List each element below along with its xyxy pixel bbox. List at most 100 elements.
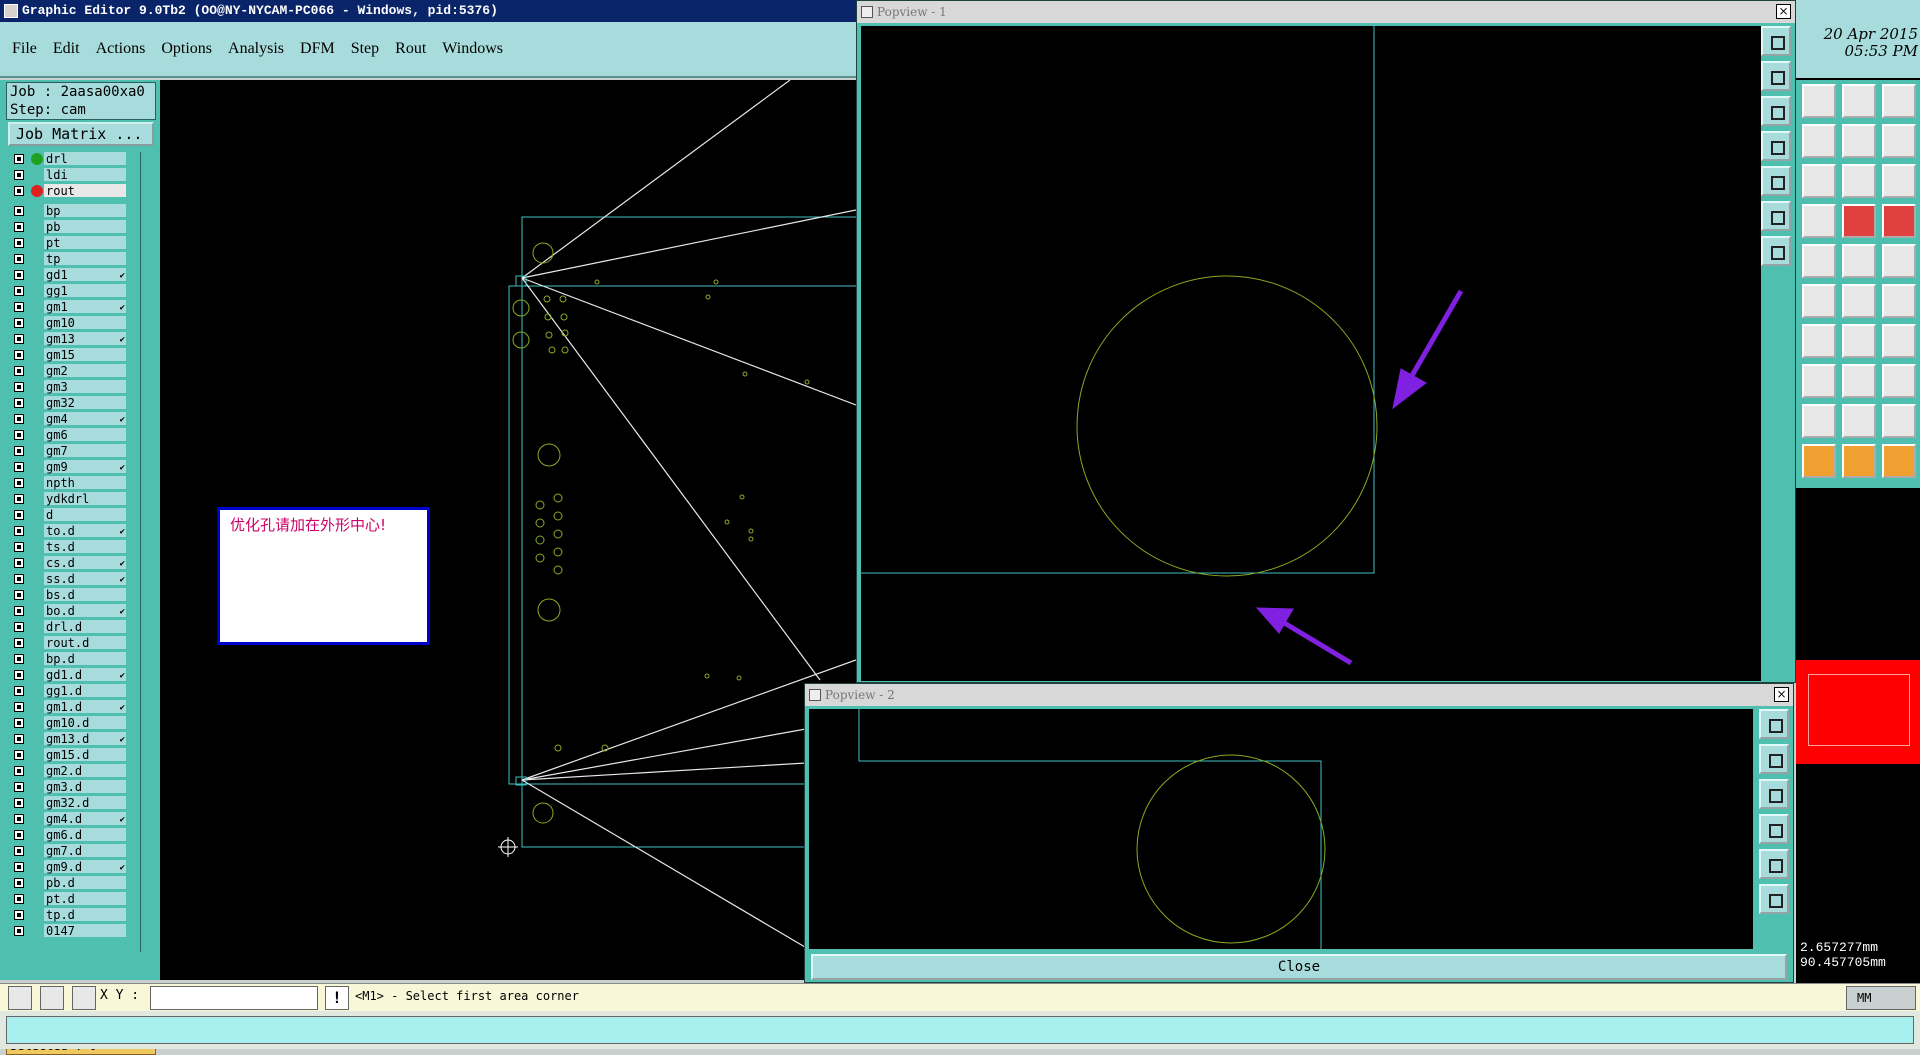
layer-name[interactable]: gm9 <box>44 460 126 474</box>
layer-row[interactable]: gm1.d ✔ <box>8 700 128 714</box>
layer-name[interactable]: gm10.d <box>44 716 126 730</box>
pan-icon[interactable] <box>1802 164 1836 198</box>
layer-name[interactable]: pb.d <box>44 876 126 890</box>
layer-name[interactable]: d <box>44 508 126 522</box>
layer-checkbox[interactable] <box>14 878 24 888</box>
layer-row[interactable]: gm3.d <box>8 780 128 794</box>
layer-row[interactable]: pb.d <box>8 876 128 890</box>
pan-up-icon[interactable] <box>1761 61 1791 91</box>
snapshot-icon[interactable] <box>1802 84 1836 118</box>
layer-checkbox[interactable] <box>14 766 24 776</box>
layer-row[interactable]: gm15 <box>8 348 128 362</box>
text-b-icon[interactable] <box>1842 404 1876 438</box>
layer-row[interactable]: drl.d <box>8 620 128 634</box>
layer-name[interactable]: gm10 <box>44 316 126 330</box>
scale-icon[interactable] <box>1842 164 1876 198</box>
layer-row[interactable]: tp.d <box>8 908 128 922</box>
layer-name[interactable]: gm13 <box>44 332 126 346</box>
pan-left-icon[interactable] <box>1759 814 1789 844</box>
layer-checkbox[interactable] <box>14 686 24 696</box>
layer-checkbox[interactable] <box>14 382 24 392</box>
grid-icon[interactable] <box>72 986 96 1010</box>
layer-name[interactable]: npth <box>44 476 126 490</box>
layer-checkbox[interactable] <box>14 638 24 648</box>
layer-name[interactable]: drl.d <box>44 620 126 634</box>
layer-row[interactable]: ts.d <box>8 540 128 554</box>
layer-name[interactable]: gm3 <box>44 380 126 394</box>
home-icon[interactable] <box>1842 84 1876 118</box>
layer-name[interactable]: pt <box>44 236 126 250</box>
layer-row[interactable]: npth <box>8 476 128 490</box>
layer-row[interactable]: gm7.d <box>8 844 128 858</box>
zoom-out-icon[interactable] <box>1761 236 1791 266</box>
help-icon[interactable] <box>1882 164 1916 198</box>
layer-name[interactable]: gg1 <box>44 284 126 298</box>
layer-checkbox[interactable] <box>14 830 24 840</box>
text-a-icon[interactable] <box>1802 404 1836 438</box>
menu-dfm[interactable]: DFM <box>300 40 335 58</box>
layer-name[interactable]: bp.d <box>44 652 126 666</box>
layer-row[interactable]: pt <box>8 236 128 250</box>
shift-icon[interactable] <box>1882 124 1916 158</box>
redraw-icon[interactable] <box>1842 124 1876 158</box>
layer-checkbox[interactable] <box>14 254 24 264</box>
layer-row[interactable]: gm10 <box>8 316 128 330</box>
layer-name[interactable]: gd1.d <box>44 668 126 682</box>
layer-name[interactable]: gm32 <box>44 396 126 410</box>
zoom-fit-icon[interactable] <box>1759 709 1789 739</box>
point-icon[interactable] <box>1842 284 1876 318</box>
layer-name[interactable]: gm4 <box>44 412 126 426</box>
layer-checkbox[interactable] <box>14 302 24 312</box>
layer-row[interactable]: gg1.d <box>8 684 128 698</box>
measure-icon[interactable] <box>1882 284 1916 318</box>
edit-icon[interactable] <box>40 986 64 1010</box>
layer-name[interactable]: gm3.d <box>44 780 126 794</box>
layer-checkbox[interactable] <box>14 734 24 744</box>
layer-name[interactable]: rout <box>44 184 126 198</box>
layer-row[interactable]: gm13 ✔ <box>8 332 128 346</box>
layer-name[interactable]: cs.d <box>44 556 126 570</box>
layer-checkbox[interactable] <box>14 186 24 196</box>
menu-edit[interactable]: Edit <box>53 40 80 58</box>
layer-row[interactable]: rout <box>8 184 128 198</box>
layer-name[interactable]: gm6.d <box>44 828 126 842</box>
close-icon[interactable]: × <box>1774 687 1789 702</box>
layer-row[interactable]: gm9 ✔ <box>8 460 128 474</box>
popview-2-canvas[interactable] <box>809 709 1753 949</box>
layer-checkbox[interactable] <box>14 894 24 904</box>
zoom-in-icon[interactable] <box>1761 201 1791 231</box>
layer-row[interactable]: gg1 <box>8 284 128 298</box>
layer-name[interactable]: gm1.d <box>44 700 126 714</box>
layer-checkbox[interactable] <box>14 574 24 584</box>
layer-checkbox[interactable] <box>14 846 24 856</box>
layer-name[interactable]: pt.d <box>44 892 126 906</box>
layer-row[interactable]: gm1 ✔ <box>8 300 128 314</box>
menu-step[interactable]: Step <box>351 40 379 58</box>
layer-checkbox[interactable] <box>14 558 24 568</box>
pan-up-icon[interactable] <box>1759 744 1789 774</box>
layer-name[interactable]: ss.d <box>44 572 126 586</box>
layer-checkbox[interactable] <box>14 670 24 680</box>
job-matrix-button[interactable]: Job Matrix ... <box>8 122 154 146</box>
layer-name[interactable]: ts.d <box>44 540 126 554</box>
dash-icon[interactable] <box>1802 364 1836 398</box>
layer-row[interactable]: gm9.d ✔ <box>8 860 128 874</box>
layer-row[interactable]: gm6.d <box>8 828 128 842</box>
pan-right-icon[interactable] <box>1759 849 1789 879</box>
menu-options[interactable]: Options <box>161 40 212 58</box>
layer-name[interactable]: gm6 <box>44 428 126 442</box>
layer-name[interactable]: pb <box>44 220 126 234</box>
layer-name[interactable]: to.d <box>44 524 126 538</box>
menu-rout[interactable]: Rout <box>395 40 426 58</box>
draw-line-icon[interactable] <box>1802 324 1836 358</box>
layer-row[interactable]: gm6 <box>8 428 128 442</box>
layer-checkbox[interactable] <box>14 910 24 920</box>
layer-name[interactable]: bo.d <box>44 604 126 618</box>
layer-checkbox[interactable] <box>14 154 24 164</box>
layer-checkbox[interactable] <box>14 334 24 344</box>
layer-name[interactable]: tp.d <box>44 908 126 922</box>
route-icon[interactable] <box>1882 324 1916 358</box>
layer-checkbox[interactable] <box>14 606 24 616</box>
layer-checkbox[interactable] <box>14 750 24 760</box>
layer-checkbox[interactable] <box>14 862 24 872</box>
